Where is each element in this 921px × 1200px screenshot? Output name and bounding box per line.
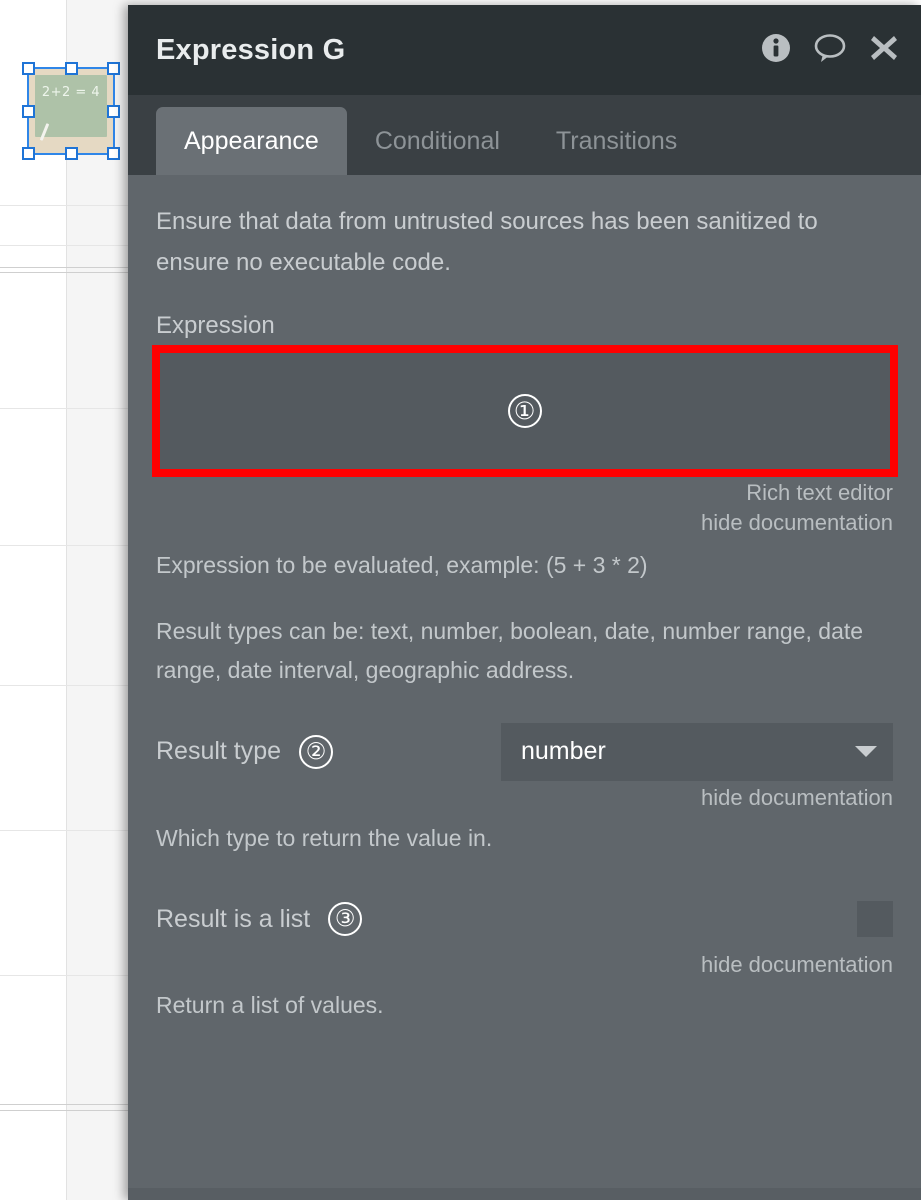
dialog-body: Ensure that data from untrusted sources … [128, 175, 921, 1200]
resize-handle-top-left[interactable] [22, 62, 35, 75]
chalkboard-icon: 2+2 = 4 [29, 69, 113, 153]
resize-handle-middle-left[interactable] [22, 105, 35, 118]
result-type-row: Result type ② number [156, 722, 893, 781]
dialog-footer-strip [128, 1188, 921, 1200]
info-icon[interactable] [761, 33, 791, 68]
expression-label: Expression [156, 311, 275, 339]
result-is-list-hide-documentation-link[interactable]: hide documentation [701, 952, 893, 977]
result-type-hide-documentation-link[interactable]: hide documentation [701, 785, 893, 810]
properties-dialog: Expression G Appearance Conditional Tran… [128, 5, 921, 1200]
tab-transitions-label: Transitions [555, 126, 678, 155]
security-note: Ensure that data from untrusted sources … [156, 208, 818, 277]
result-is-list-documentation: Return a list of values. [156, 992, 384, 1019]
dialog-titlebar: Expression G [128, 5, 921, 95]
result-is-list-checkbox[interactable] [857, 901, 893, 938]
rich-text-editor-link[interactable]: Rich text editor [156, 478, 893, 508]
canvas-gridline-vertical [66, 0, 67, 1200]
resize-handle-top-center[interactable] [65, 62, 78, 75]
result-is-list-label: Result is a list [156, 904, 311, 933]
tab-appearance[interactable]: Appearance [156, 107, 347, 175]
titlebar-actions [761, 33, 899, 68]
tab-conditional-label: Conditional [374, 126, 500, 155]
result-type-documentation: Which type to return the value in. [156, 824, 493, 851]
expression-documentation-2: Result types can be: text, number, boole… [156, 617, 864, 684]
resize-handle-bottom-center[interactable] [65, 147, 78, 160]
selected-canvas-element[interactable]: 2+2 = 4 [22, 62, 120, 160]
resize-handle-middle-right[interactable] [107, 105, 120, 118]
chalkboard-equation: 2+2 = 4 [41, 85, 101, 100]
close-icon[interactable] [869, 33, 899, 68]
tab-conditional[interactable]: Conditional [347, 107, 528, 175]
result-type-label: Result type [156, 737, 282, 766]
result-type-links: hide documentation [156, 781, 893, 811]
dialog-tabs: Appearance Conditional Transitions [128, 95, 921, 175]
resize-handle-top-right[interactable] [107, 62, 120, 75]
annotation-badge-1: ① [507, 393, 542, 428]
tab-appearance-label: Appearance [184, 126, 319, 155]
screen: 2+2 = 4 Expression G Appearance Conditio… [0, 0, 921, 1200]
dialog-title: Expression G [156, 33, 346, 66]
annotation-badge-2: ② [299, 734, 334, 769]
expression-input-wrapper: ① [152, 344, 898, 477]
result-type-selected-value: number [521, 737, 606, 766]
expression-hide-documentation-link[interactable]: hide documentation [156, 508, 893, 538]
result-type-select[interactable]: number [501, 722, 893, 781]
result-is-list-row: Result is a list ③ [156, 890, 893, 948]
resize-handle-bottom-right[interactable] [107, 147, 120, 160]
result-is-list-links: hide documentation [156, 948, 893, 978]
comment-icon[interactable] [813, 33, 847, 68]
expression-documentation: Expression to be evaluated, example: (5 … [156, 552, 648, 579]
expression-links: Rich text editor hide documentation [156, 472, 893, 539]
resize-handle-bottom-left[interactable] [22, 147, 35, 160]
chevron-down-icon [855, 746, 877, 758]
annotation-badge-3: ③ [328, 902, 363, 937]
tab-transitions[interactable]: Transitions [528, 107, 705, 175]
